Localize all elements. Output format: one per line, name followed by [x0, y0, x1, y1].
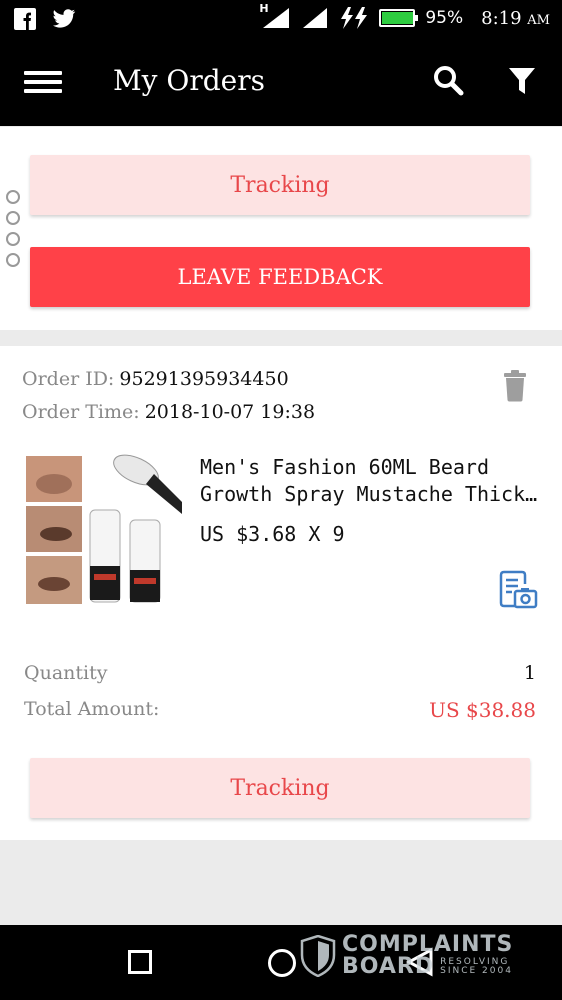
shield-logo-icon: [300, 935, 336, 977]
product-name[interactable]: Men's Fashion 60ML Beard Growth Spray Mu…: [200, 454, 540, 508]
product-thumbnail[interactable]: [24, 454, 184, 606]
handle-dot: [6, 190, 20, 204]
clock-time: 8:19: [481, 7, 522, 29]
recent-apps-button[interactable]: [128, 950, 152, 974]
order-card: Order ID: 95291395934450 Order Time: 201…: [0, 346, 562, 840]
total-amount-value: US $38.88: [429, 698, 536, 722]
order-id-row: Order ID: 95291395934450: [22, 368, 289, 390]
trash-icon: [504, 370, 526, 402]
battery-icon: [379, 9, 419, 27]
quantity-label: Quantity: [24, 662, 108, 684]
status-bar: H 95% 8:19 AM: [0, 0, 562, 40]
filter-icon: [509, 68, 535, 94]
status-notifications: [14, 8, 76, 30]
product-name-line1: Men's Fashion 60ML Beard: [200, 455, 489, 479]
photo-review-button[interactable]: [498, 570, 538, 610]
tracking-button[interactable]: Tracking: [30, 155, 530, 215]
watermark-line1: COMPLAINTS: [342, 932, 514, 957]
order-time-label: Order Time:: [22, 401, 140, 423]
battery-percent: 95%: [425, 8, 464, 28]
total-amount-label: Total Amount:: [24, 698, 160, 720]
quantity-value: 1: [523, 662, 536, 684]
signal-icon: [303, 8, 328, 28]
clock: 8:19 AM: [481, 8, 550, 29]
floating-handle[interactable]: [6, 190, 20, 274]
app-bar: My Orders: [0, 40, 562, 126]
leave-feedback-button[interactable]: LEAVE FEEDBACK: [30, 247, 530, 307]
clock-ampm: AM: [527, 12, 550, 28]
order-card-previous: Tracking LEAVE FEEDBACK: [0, 127, 562, 330]
photo-review-icon: [499, 570, 538, 609]
handle-dot: [6, 211, 20, 225]
watermark-tag2: SINCE 2004: [440, 966, 513, 976]
charging-icon: [341, 7, 368, 29]
watermark-line2: BOARD: [342, 954, 435, 979]
search-button[interactable]: [432, 64, 466, 98]
search-icon: [434, 66, 464, 96]
menu-icon-bar: [24, 80, 62, 84]
twitter-icon: [53, 9, 76, 28]
menu-button[interactable]: [24, 66, 62, 100]
tracking-button[interactable]: Tracking: [30, 758, 530, 818]
watermark-text: COMPLAINTS BOARD RESOLVING SINCE 2004: [342, 934, 513, 978]
network-badge: H: [259, 2, 269, 15]
watermark: COMPLAINTS BOARD RESOLVING SINCE 2004: [300, 934, 513, 978]
signal-h-icon: H: [259, 2, 291, 30]
order-time-row: Order Time: 2018-10-07 19:38: [22, 401, 315, 423]
page-title: My Orders: [113, 64, 265, 97]
order-id-value: 95291395934450: [119, 368, 289, 390]
status-indicators: H 95% 8:19 AM: [259, 2, 550, 30]
facebook-icon: [14, 8, 36, 30]
menu-icon-bar: [24, 71, 62, 75]
delete-order-button[interactable]: [502, 370, 532, 402]
order-time-value: 2018-10-07 19:38: [144, 401, 316, 423]
order-id-label: Order ID:: [22, 368, 115, 390]
home-button[interactable]: [268, 949, 296, 977]
product-name-line2: Growth Spray Mustache Thicker...: [200, 482, 540, 506]
menu-icon-bar: [24, 89, 62, 93]
product-price: US $3.68 X 9: [200, 522, 345, 546]
filter-button[interactable]: [508, 66, 542, 100]
handle-dot: [6, 253, 20, 267]
handle-dot: [6, 232, 20, 246]
